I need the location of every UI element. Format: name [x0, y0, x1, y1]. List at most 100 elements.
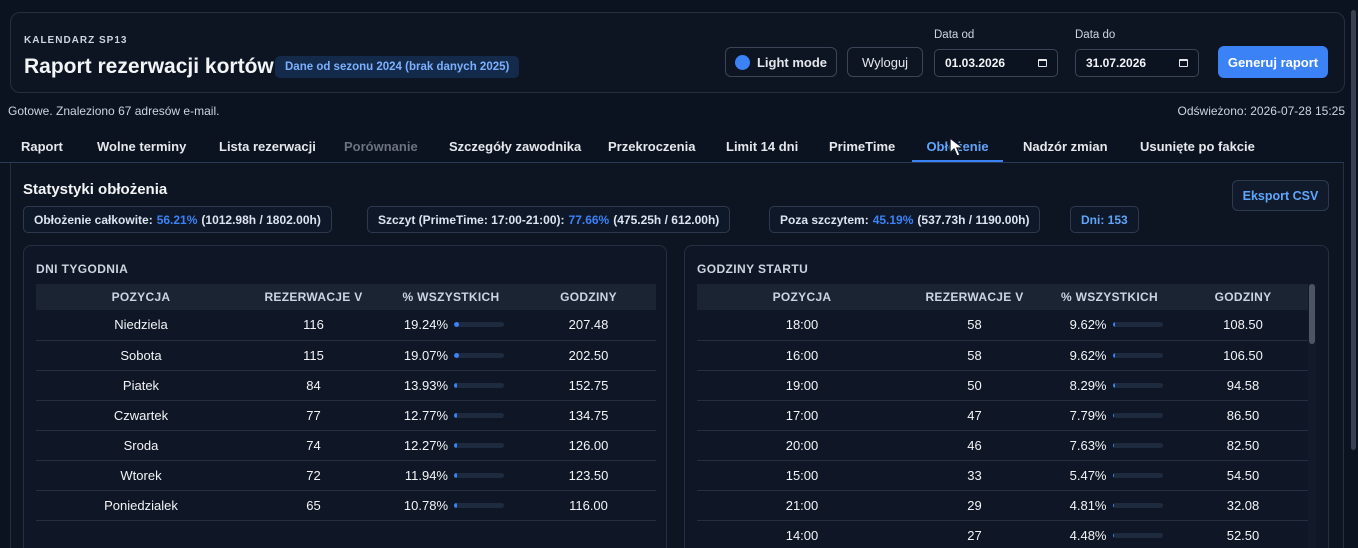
percent-bar-fill — [1112, 502, 1114, 508]
row-position: 17:00 — [697, 400, 907, 431]
row-percent: 12.77% — [403, 407, 448, 423]
row-position: 20:00 — [697, 430, 907, 461]
table-scrollbar[interactable] — [1308, 284, 1316, 548]
row-position: 19:00 — [697, 370, 907, 401]
table-row: Piatek 84 13.93% 152.75 — [36, 370, 656, 401]
percent-bar — [1112, 472, 1163, 478]
row-count: 58 — [907, 310, 1042, 341]
export-csv-button[interactable]: Eksport CSV — [1232, 180, 1329, 211]
app-label: KALENDARZ SP13 — [24, 35, 128, 46]
stat-peak: Szczyt (PrimeTime: 17:00-21:00): 77.66% … — [367, 206, 731, 233]
column-header[interactable]: GODZINY — [1177, 284, 1309, 310]
row-percent-cell: 19.07% — [381, 340, 521, 371]
mouse-cursor-icon — [949, 136, 965, 157]
table-row: Czwartek 77 12.77% 134.75 — [36, 400, 656, 431]
date-to-input[interactable]: 31.07.2026 — [1075, 49, 1199, 77]
row-position: Czwartek — [36, 400, 246, 431]
date-from-input[interactable]: 01.03.2026 — [934, 49, 1058, 77]
column-header[interactable]: % WSZYSTKICH — [381, 284, 521, 310]
row-percent-cell: 9.62% — [1042, 310, 1177, 341]
logout-button[interactable]: Wyloguj — [847, 47, 923, 77]
column-header[interactable]: POZYCJA — [36, 284, 246, 310]
percent-bar — [1112, 382, 1163, 388]
stat-offpeak: Poza szczytem: 45.19% (537.73h / 1190.00… — [769, 206, 1041, 233]
stat-offpeak-pct: 45.19% — [872, 212, 914, 227]
percent-bar — [454, 322, 504, 328]
row-position: Sobota — [36, 340, 246, 371]
calendar-icon[interactable] — [1038, 59, 1047, 67]
column-header[interactable]: GODZINY — [521, 284, 656, 310]
percent-bar — [1112, 532, 1163, 538]
tab-przekroczenia[interactable]: Przekroczenia — [598, 134, 705, 162]
percent-bar — [454, 352, 504, 358]
table-row: 19:00 50 8.29% 94.58 — [697, 370, 1309, 401]
row-position: 18:00 — [697, 310, 907, 341]
table-row: 15:00 33 5.47% 54.50 — [697, 460, 1309, 491]
page-scrollbar[interactable] — [1350, 10, 1358, 450]
percent-bar-fill — [1112, 352, 1115, 358]
percent-bar — [454, 412, 504, 418]
column-header[interactable]: REZERWACJE V — [907, 284, 1042, 310]
row-percent: 5.47% — [1069, 467, 1107, 483]
date-from-value: 01.03.2026 — [945, 56, 1006, 70]
row-percent-cell: 12.77% — [381, 400, 521, 431]
tab-bar: Raport Wolne terminy Lista rezerwacji Po… — [0, 134, 1344, 163]
tab-raport[interactable]: Raport — [11, 134, 73, 162]
row-position: Wtorek — [36, 460, 246, 491]
row-count: 115 — [246, 340, 381, 371]
row-percent-cell: 19.24% — [381, 310, 521, 341]
row-percent: 11.94% — [404, 467, 448, 483]
tab-nadzor-zmian[interactable]: Nadzór zmian — [1013, 134, 1118, 162]
tab-usuniete-po-fakcie[interactable]: Usunięte po fakcie — [1130, 134, 1265, 162]
percent-bar-fill — [454, 502, 457, 508]
row-count: 74 — [246, 430, 381, 461]
page-title: Raport rezerwacji kortów — [24, 55, 274, 78]
table-row: 17:00 47 7.79% 86.50 — [697, 400, 1309, 431]
date-to-label: Data do — [1075, 29, 1116, 41]
percent-bar — [1112, 322, 1163, 328]
weekdays-panel: DNI TYGODNIA POZYCJA REZERWACJE V % WSZY… — [23, 245, 667, 548]
occupancy-panel: Statystyki obłożenia Eksport CSV Obłożen… — [10, 163, 1344, 548]
row-hours: 116.00 — [521, 490, 656, 521]
column-header[interactable]: REZERWACJE V — [246, 284, 381, 310]
scrollbar-thumb[interactable] — [1309, 284, 1315, 344]
status-message: Gotowe. Znaleziono 67 adresów e-mail. — [8, 104, 220, 118]
row-percent-cell: 13.93% — [381, 370, 521, 401]
row-count: 77 — [246, 400, 381, 431]
row-count: 50 — [907, 370, 1042, 401]
percent-bar — [1112, 412, 1163, 418]
tab-szczegoly-zawodnika[interactable]: Szczegóły zawodnika — [439, 134, 591, 162]
row-count: 27 — [907, 520, 1042, 548]
tab-primetime[interactable]: PrimeTime — [819, 134, 905, 162]
tab-lista-rezerwacji[interactable]: Lista rezerwacji — [209, 134, 326, 162]
stat-offpeak-label: Poza szczytem: — [780, 212, 869, 227]
table-row: Poniedzialek 65 10.78% 116.00 — [36, 490, 656, 521]
row-position: Niedziela — [36, 310, 246, 341]
row-percent-cell: 9.62% — [1042, 340, 1177, 371]
page-scrollbar-thumb[interactable] — [1351, 10, 1356, 450]
row-count: 65 — [246, 490, 381, 521]
table-row: Niedziela 116 19.24% 207.48 — [36, 310, 656, 341]
generate-report-button[interactable]: Generuj raport — [1218, 46, 1328, 78]
report-header: KALENDARZ SP13 Raport rezerwacji kortów … — [10, 12, 1345, 93]
percent-bar — [454, 382, 504, 388]
tab-limit-14-dni[interactable]: Limit 14 dni — [716, 134, 808, 162]
row-percent: 7.63% — [1069, 437, 1107, 453]
light-mode-button[interactable]: Light mode — [725, 47, 837, 77]
calendar-icon[interactable] — [1179, 59, 1188, 67]
column-header[interactable]: POZYCJA — [697, 284, 907, 310]
light-mode-dot-icon — [734, 54, 750, 70]
row-percent: 19.07% — [403, 347, 448, 363]
percent-bar-fill — [1112, 382, 1115, 388]
season-badge: Dane od sezonu 2024 (brak danych 2025) — [275, 56, 520, 78]
tab-porownanie[interactable]: Porównanie — [334, 134, 428, 162]
row-hours: 134.75 — [521, 400, 656, 431]
table-row: Sobota 115 19.07% 202.50 — [36, 340, 656, 371]
row-position: Sroda — [36, 430, 246, 461]
column-header[interactable]: % WSZYSTKICH — [1042, 284, 1177, 310]
tab-wolne-terminy[interactable]: Wolne terminy — [87, 134, 196, 162]
percent-bar — [454, 442, 504, 448]
date-from-label: Data od — [934, 29, 975, 41]
stat-total-pct: 56.21% — [156, 212, 198, 227]
percent-bar-fill — [454, 352, 459, 358]
